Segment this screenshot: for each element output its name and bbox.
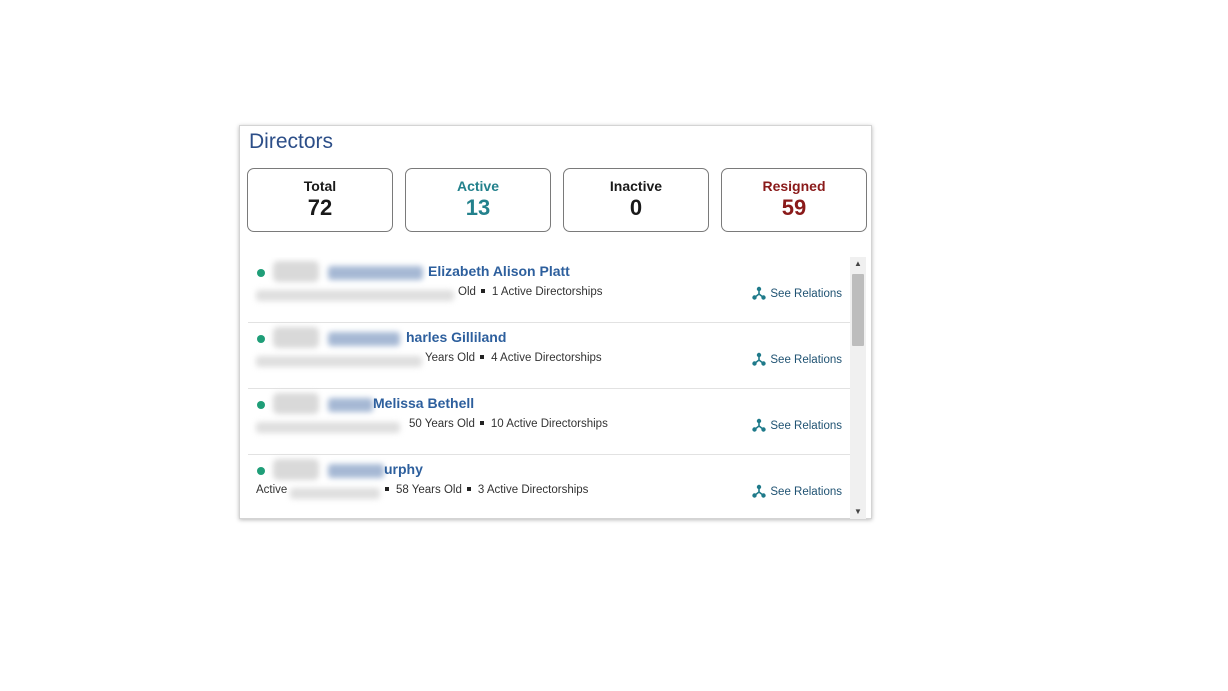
relations-network-icon <box>752 352 767 366</box>
stat-total-value: 72 <box>307 195 333 220</box>
directors-panel: Directors Total 72 Active 13 Inactive 0 … <box>239 125 872 519</box>
director-row: Melissa Bethell 50 Years Old 10 Active Di… <box>248 389 850 455</box>
director-row: urphy Active 58 Years Old 3 Active Direct… <box>248 455 850 519</box>
director-directorships: 1 Active Directorships <box>491 286 603 298</box>
director-name-link[interactable]: harles Gilliland <box>406 329 506 345</box>
stat-resigned-label: Resigned <box>762 178 826 194</box>
avatar <box>273 261 319 282</box>
stat-inactive-value: 0 <box>629 195 643 220</box>
redacted-name-blur <box>328 266 423 280</box>
see-relations-link[interactable]: See Relations <box>752 418 842 432</box>
see-relations-link[interactable]: See Relations <box>752 286 842 300</box>
avatar <box>273 459 319 480</box>
director-meta: Old 1 Active Directorships <box>458 286 602 298</box>
redacted-meta-blur <box>290 488 380 499</box>
redacted-name-blur <box>328 464 384 478</box>
director-status: Active <box>256 484 288 496</box>
see-relations-label: See Relations <box>770 420 842 432</box>
director-row: Elizabeth Alison Platt Old 1 Active Direc… <box>248 257 850 323</box>
redacted-meta-blur <box>256 356 422 367</box>
director-age: Old <box>458 286 476 298</box>
redacted-meta-blur <box>256 422 400 433</box>
stat-active-value: 13 <box>465 195 491 220</box>
scrollbar-thumb[interactable] <box>852 274 864 346</box>
director-age: 58 Years Old <box>396 484 462 496</box>
status-dot-icon <box>257 467 265 475</box>
stat-total-label: Total <box>303 178 337 194</box>
director-name-link[interactable]: Melissa Bethell <box>373 395 474 411</box>
see-relations-label: See Relations <box>770 354 842 366</box>
status-dot-icon <box>257 401 265 409</box>
see-relations-label: See Relations <box>770 486 842 498</box>
redacted-name-blur <box>328 332 400 346</box>
see-relations-label: See Relations <box>770 288 842 300</box>
panel-title: Directors <box>249 130 334 153</box>
see-relations-link[interactable]: See Relations <box>752 352 842 366</box>
scroll-down-arrow-icon[interactable]: ▼ <box>850 505 866 519</box>
relations-network-icon <box>752 484 767 498</box>
stat-resigned[interactable]: Resigned 59 <box>721 168 867 232</box>
director-meta: Years Old 4 Active Directorships <box>425 352 602 364</box>
stat-resigned-value: 59 <box>781 195 807 220</box>
redacted-meta-blur <box>256 290 454 301</box>
stat-total[interactable]: Total 72 <box>247 168 393 232</box>
director-directorships: 10 Active Directorships <box>490 418 608 430</box>
director-age: 50 Years Old <box>409 418 475 430</box>
redacted-name-blur <box>328 398 373 412</box>
status-dot-icon <box>257 335 265 343</box>
director-meta: 50 Years Old 10 Active Directorships <box>409 418 608 430</box>
scroll-up-arrow-icon[interactable]: ▲ <box>850 257 866 271</box>
stat-active[interactable]: Active 13 <box>405 168 551 232</box>
avatar <box>273 327 319 348</box>
stat-inactive-label: Inactive <box>609 178 663 194</box>
director-meta: 58 Years Old 3 Active Directorships <box>380 484 588 496</box>
stat-active-label: Active <box>456 178 500 194</box>
see-relations-link[interactable]: See Relations <box>752 484 842 498</box>
status-dot-icon <box>257 269 265 277</box>
relations-network-icon <box>752 286 767 300</box>
director-directorships: 3 Active Directorships <box>477 484 589 496</box>
stat-inactive[interactable]: Inactive 0 <box>563 168 709 232</box>
avatar <box>273 393 319 414</box>
director-row: harles Gilliland Years Old 4 Active Direc… <box>248 323 850 389</box>
director-list: Elizabeth Alison Platt Old 1 Active Direc… <box>248 257 850 519</box>
list-scrollbar[interactable]: ▲ ▼ <box>850 257 866 519</box>
director-age: Years Old <box>425 352 476 364</box>
director-directorships: 4 Active Directorships <box>491 352 602 364</box>
director-name-link[interactable]: urphy <box>384 461 423 477</box>
relations-network-icon <box>752 418 767 432</box>
director-name-link[interactable]: Elizabeth Alison Platt <box>428 263 570 279</box>
